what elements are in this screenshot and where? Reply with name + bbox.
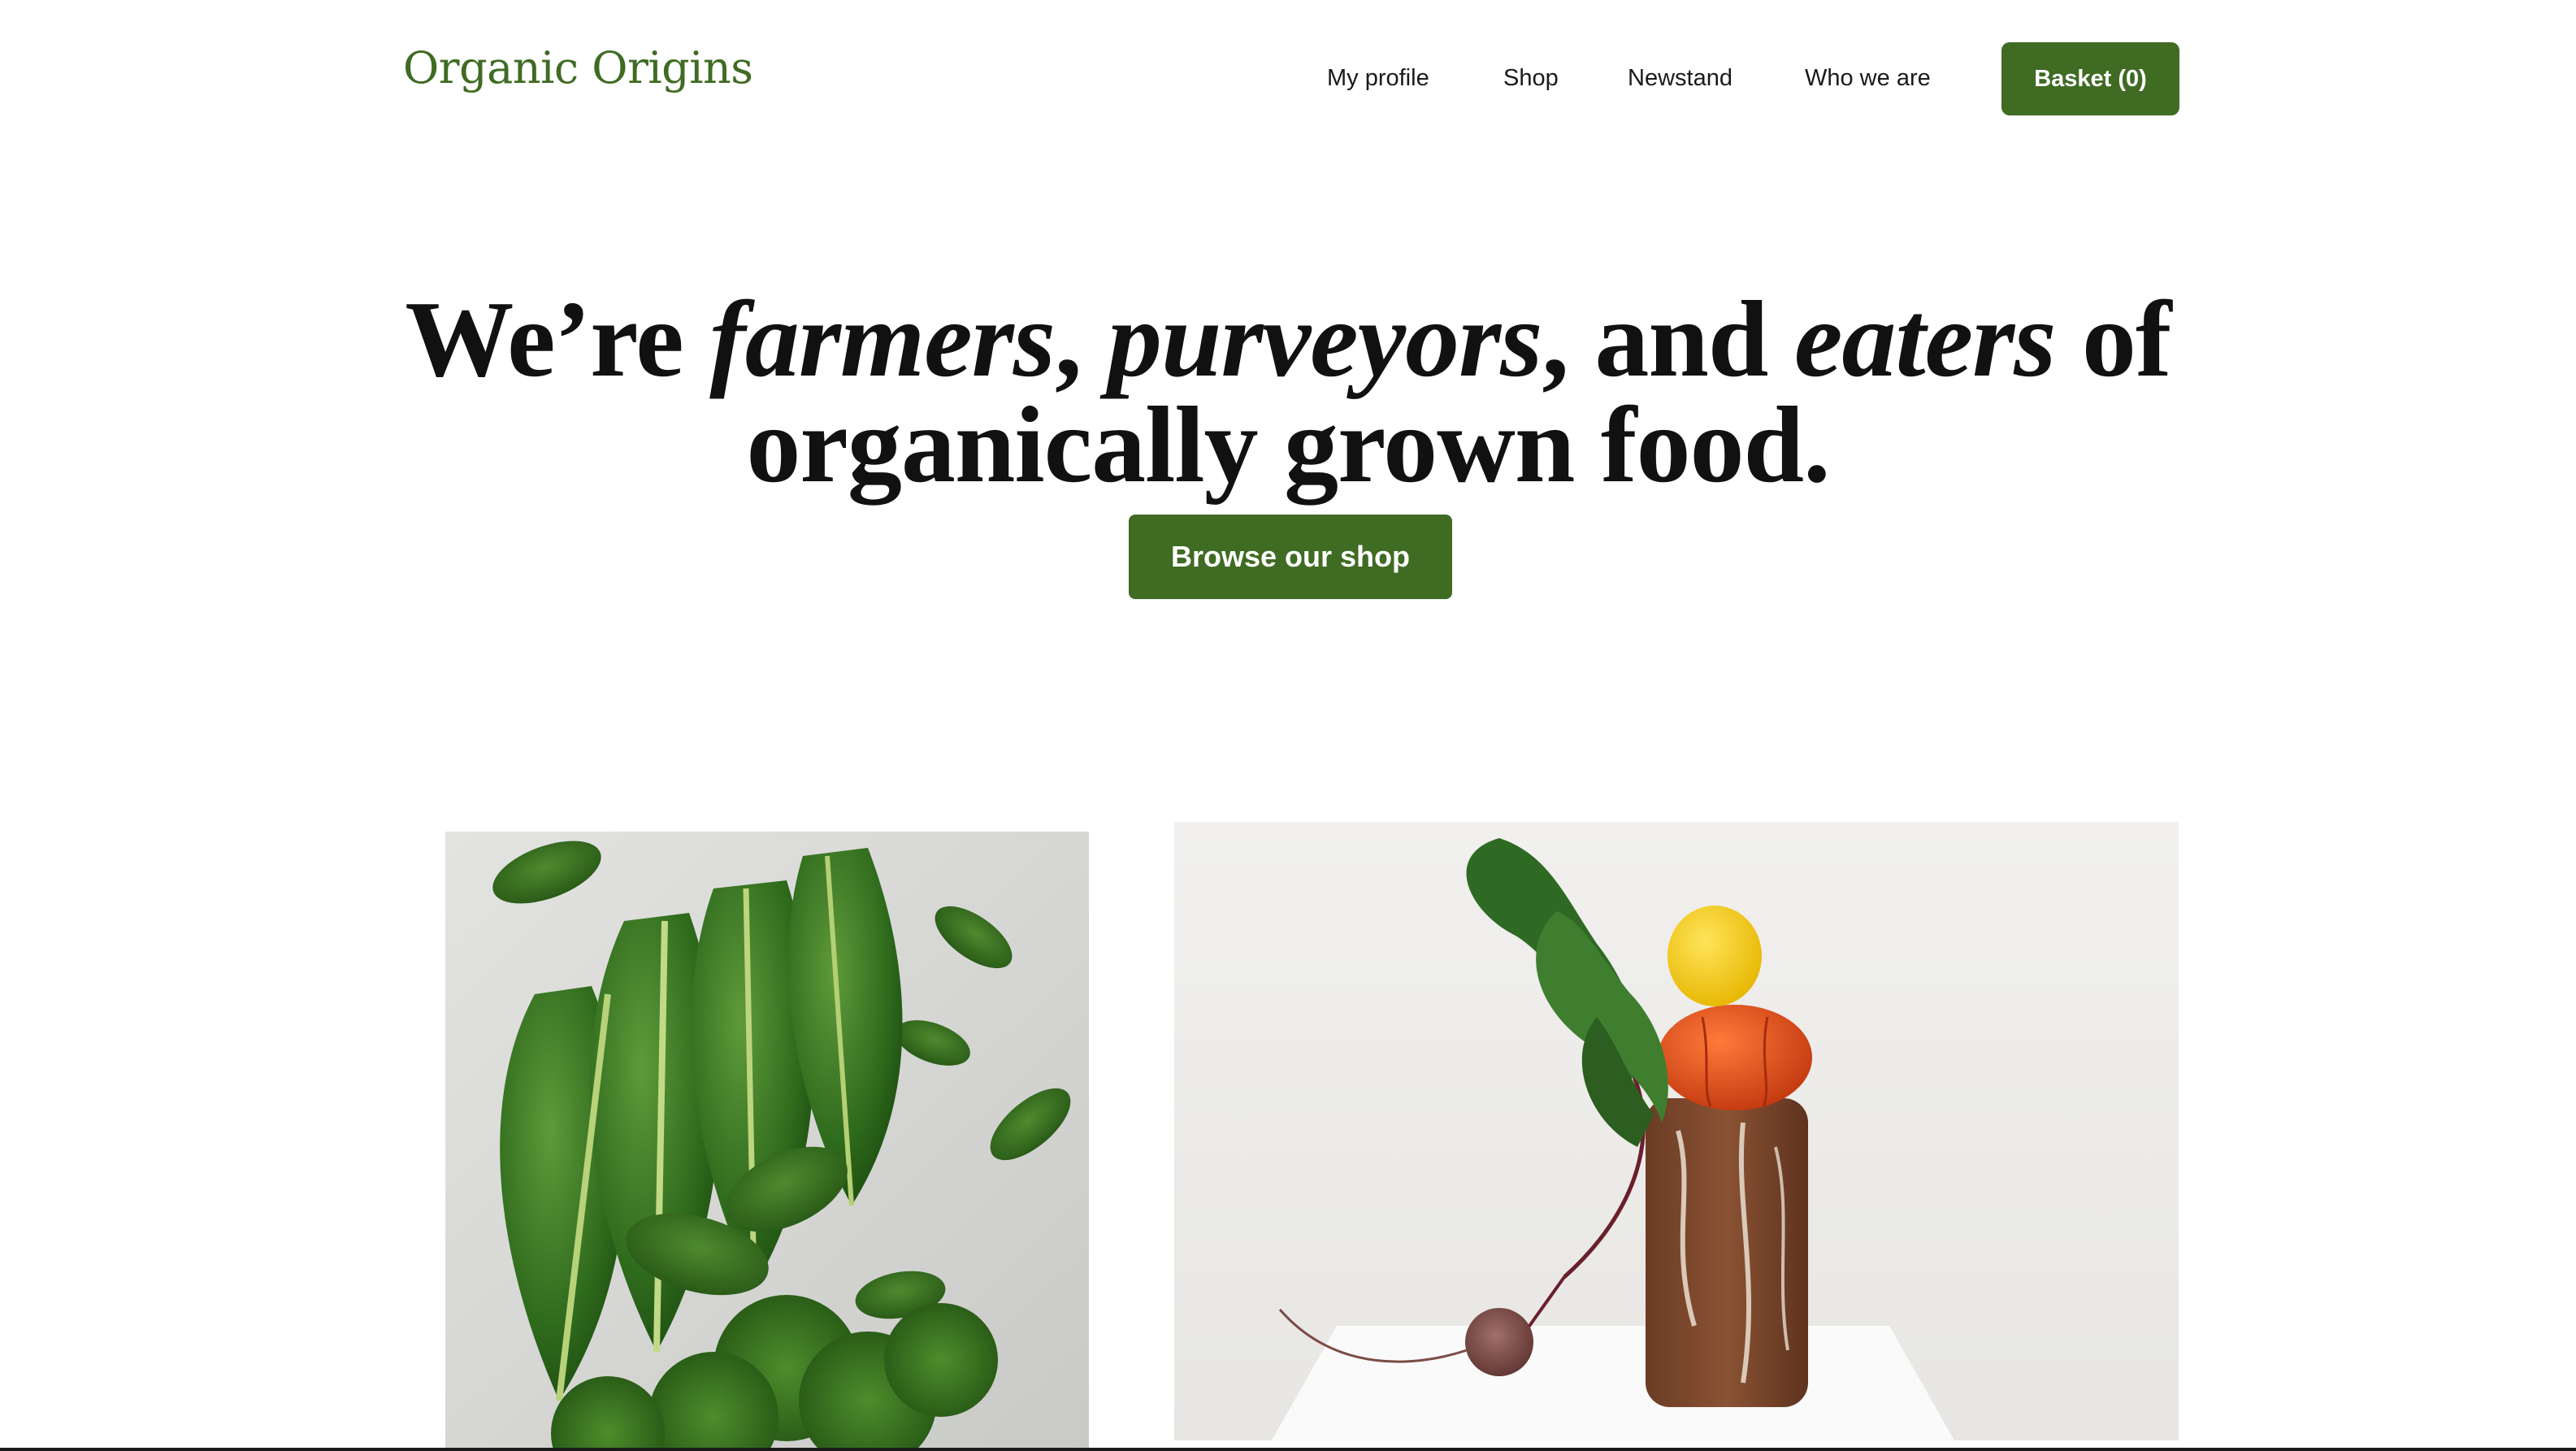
hero-emphasis-farmers: farmers bbox=[709, 278, 1056, 399]
leafy-greens-photo bbox=[445, 832, 1089, 1451]
hero-text: , and bbox=[1542, 278, 1794, 399]
viewport-bottom-edge bbox=[0, 1448, 2576, 1451]
hero-text: , bbox=[1054, 278, 1108, 399]
hero-emphasis-purveyors: purveyors bbox=[1107, 278, 1542, 399]
beet-bread-tomato-lemon-photo bbox=[1174, 822, 2179, 1440]
browse-shop-button[interactable]: Browse our shop bbox=[1129, 515, 1452, 599]
hero-text: of bbox=[2055, 278, 2172, 399]
site-header: Organic Origins My profile Shop Newstand… bbox=[0, 0, 2576, 163]
nav-newstand[interactable]: Newstand bbox=[1628, 65, 1733, 92]
leafy-greens-illustration bbox=[445, 832, 1089, 1451]
hero-heading: We’re farmers, purveyors, and eaters of o… bbox=[0, 285, 2576, 499]
nav-who-we-are[interactable]: Who we are bbox=[1805, 65, 1931, 92]
basket-button[interactable]: Basket (0) bbox=[2001, 42, 2179, 115]
nav-my-profile[interactable]: My profile bbox=[1327, 65, 1429, 92]
still-life-illustration bbox=[1174, 822, 2179, 1440]
hero-text-line2: organically grown food. bbox=[746, 384, 1830, 505]
nav-shop[interactable]: Shop bbox=[1503, 65, 1559, 92]
hero-emphasis-eaters: eaters bbox=[1793, 278, 2056, 399]
main-nav: My profile Shop Newstand Who we are bbox=[0, 65, 2576, 114]
hero-text: We’re bbox=[405, 278, 710, 399]
